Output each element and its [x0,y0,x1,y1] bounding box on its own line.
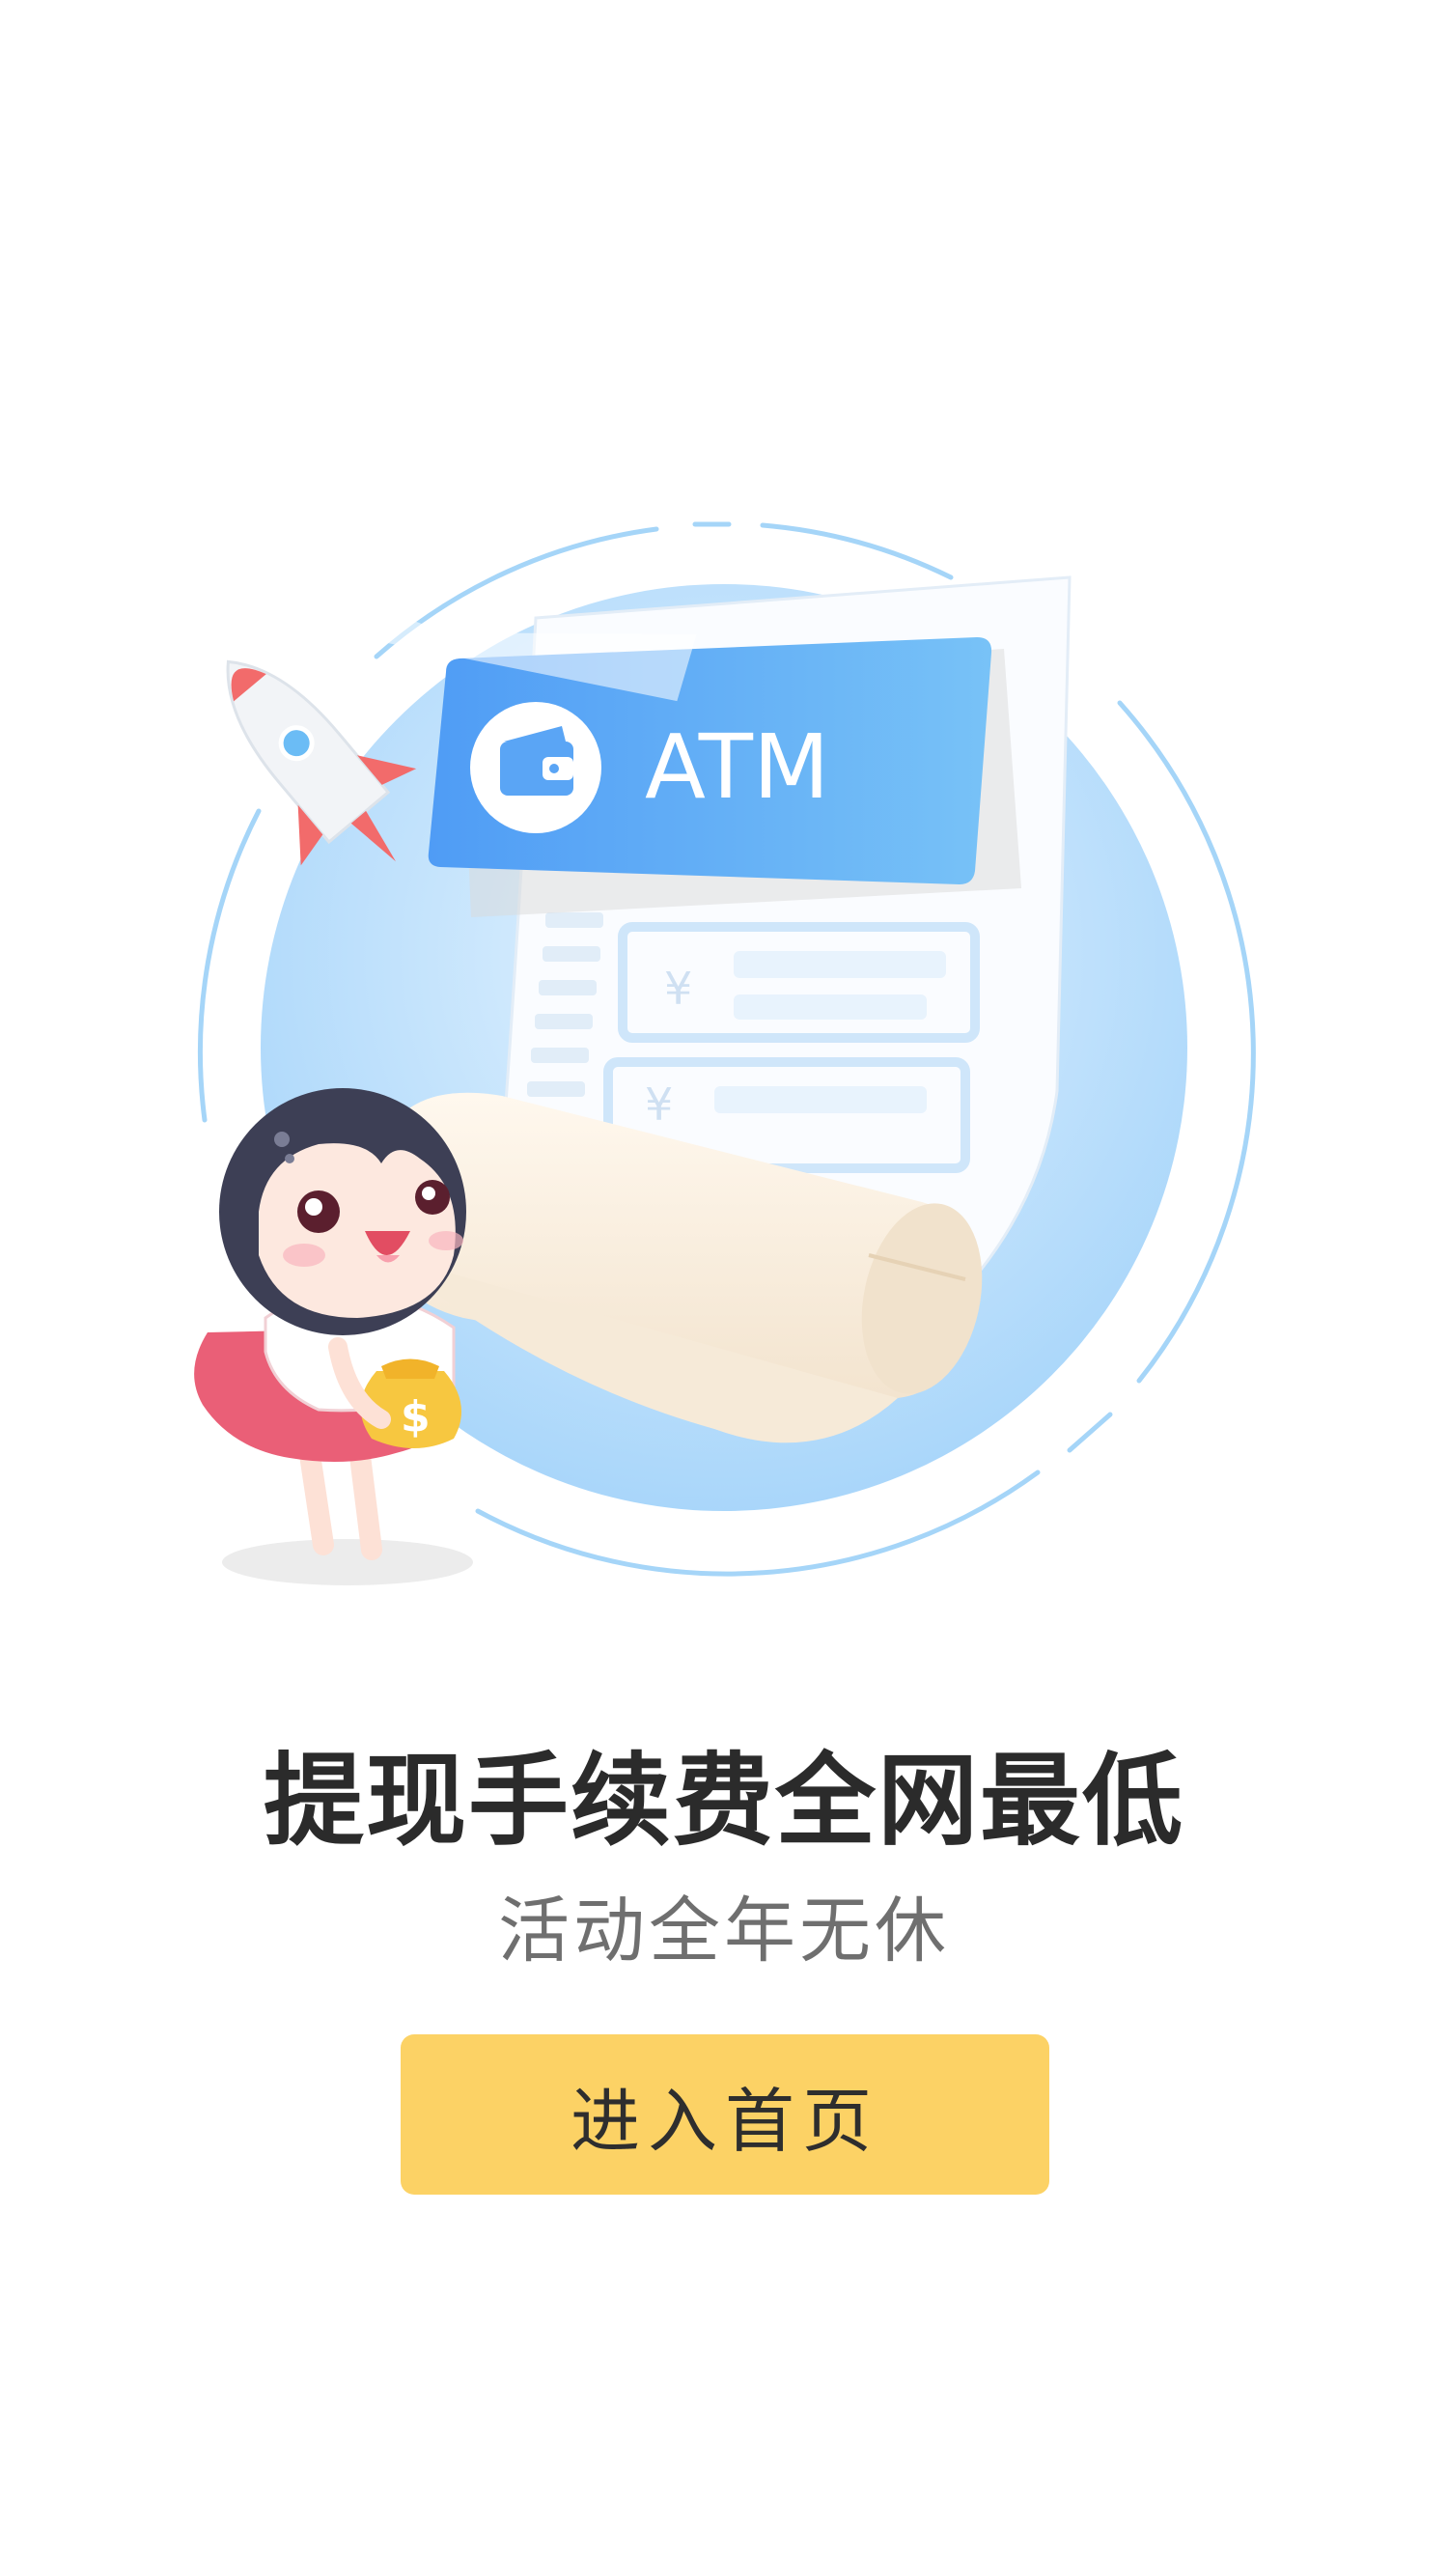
atm-label: ATM [645,715,829,819]
currency-symbol-1: ¥ [664,963,692,1015]
enter-home-button[interactable]: 进入首页 [401,2034,1049,2195]
currency-symbol-2: ¥ [645,1078,673,1131]
girl-character: $ [194,1088,473,1585]
page-subline: 活动全年无休 [498,1890,950,1973]
atm-card: ATM [428,637,1021,917]
page-headline: 提现手续费全网最低 [263,1742,1184,1860]
enter-home-label: 进入首页 [570,2080,879,2162]
wallet-icon [470,702,601,833]
bag-symbol: $ [401,1392,431,1442]
promo-illustration: ¥ ¥ ATM $ [192,521,1256,1585]
